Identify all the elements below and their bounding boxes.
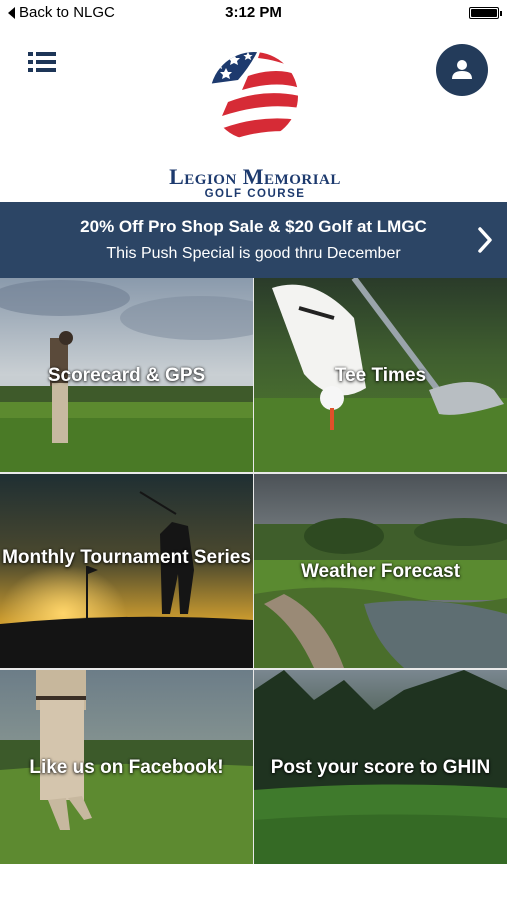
logo-title: Legion Memorial [169, 164, 341, 189]
feature-grid: Scorecard & GPS Tee Times Monthly Tourna… [0, 278, 507, 864]
tile-tee-times[interactable]: Tee Times [254, 278, 507, 472]
menu-button[interactable] [28, 50, 60, 76]
flag-globe-logo-icon [210, 52, 298, 140]
bottom-spacer [0, 864, 507, 900]
back-label: Back to NLGC [19, 4, 115, 21]
tile-label: Like us on Facebook! [29, 757, 224, 778]
user-icon [452, 60, 472, 79]
tile-facebook[interactable]: Like us on Facebook! [0, 670, 253, 864]
tile-scorecard-gps[interactable]: Scorecard & GPS [0, 278, 253, 472]
sunset-golfer-image [0, 474, 253, 668]
header: Legion Memorial GOLF COURSE [0, 26, 507, 202]
promo-banner[interactable]: 20% Off Pro Shop Sale & $20 Golf at LMGC… [0, 202, 507, 278]
promo-title: 20% Off Pro Shop Sale & $20 Golf at LMGC [80, 217, 427, 236]
course-logo: Legion Memorial GOLF COURSE [150, 46, 360, 200]
tile-label: Tee Times [334, 365, 427, 386]
logo-subtitle: GOLF COURSE [204, 188, 306, 200]
back-arrow-icon [8, 6, 15, 19]
tile-monthly-tournament[interactable]: Monthly Tournament Series [0, 474, 253, 668]
profile-button[interactable] [436, 44, 488, 96]
battery-icon [469, 7, 502, 19]
tile-label: Monthly Tournament Series [2, 547, 251, 568]
back-to-app-link[interactable]: Back to NLGC [8, 4, 115, 21]
tile-label: Post your score to GHIN [270, 757, 491, 778]
chevron-right-icon [478, 227, 492, 253]
status-bar: Back to NLGC 3:12 PM [0, 0, 507, 26]
promo-subtitle: This Push Special is good thru December [106, 245, 401, 262]
tile-weather-forecast[interactable]: Weather Forecast [254, 474, 507, 668]
tile-label: Weather Forecast [300, 561, 461, 582]
tile-label: Scorecard & GPS [47, 365, 206, 386]
tile-post-score-ghin[interactable]: Post your score to GHIN [254, 670, 507, 864]
